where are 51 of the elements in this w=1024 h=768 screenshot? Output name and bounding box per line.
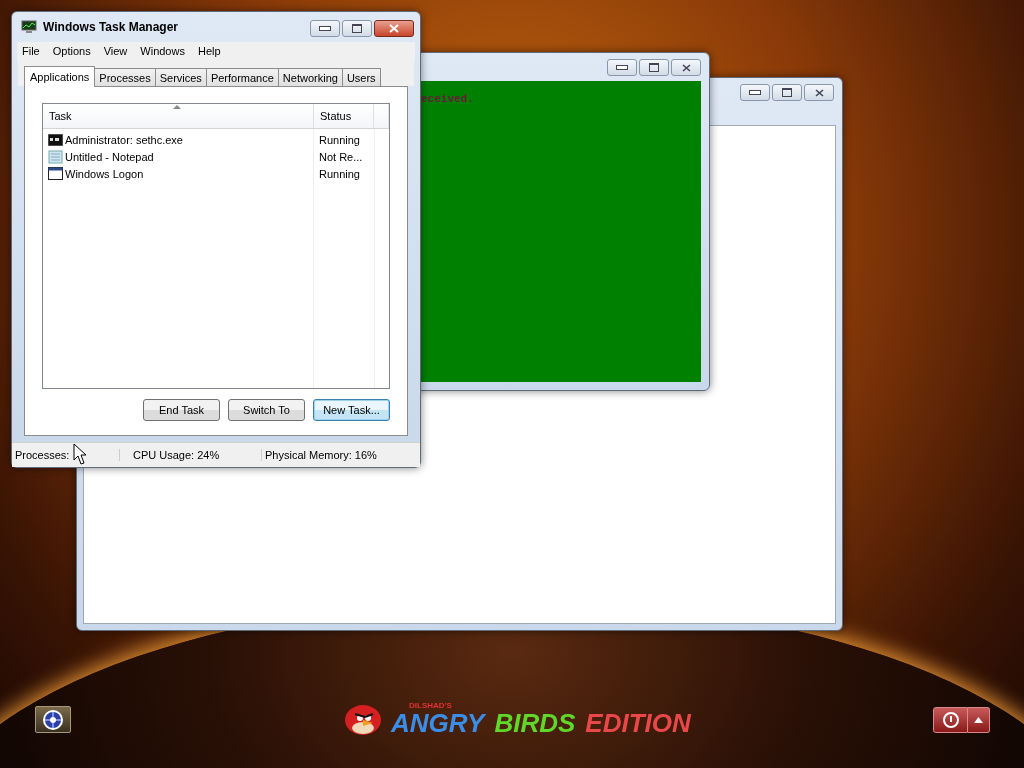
close-icon[interactable] bbox=[671, 59, 701, 76]
menu-item[interactable]: Options bbox=[47, 45, 99, 57]
dialog-button[interactable]: New Task... bbox=[313, 399, 390, 421]
minimize-icon[interactable] bbox=[740, 84, 770, 101]
menu-item[interactable]: File bbox=[17, 45, 48, 57]
brand-caption: DILSHAD'S bbox=[409, 700, 453, 710]
column-header[interactable]: Task bbox=[43, 104, 314, 128]
status-text: CPU Usage: 24% bbox=[130, 449, 262, 461]
tab[interactable]: Services bbox=[154, 68, 207, 86]
shutdown-button[interactable] bbox=[933, 707, 968, 733]
menu-item[interactable]: Windows bbox=[135, 45, 193, 57]
close-icon[interactable] bbox=[374, 20, 414, 37]
maximize-icon[interactable] bbox=[639, 59, 669, 76]
task-name[interactable]: Administrator: sethc.exe bbox=[65, 133, 183, 146]
maximize-icon[interactable] bbox=[772, 84, 802, 101]
window-title: Windows Task Manager bbox=[43, 20, 179, 34]
mouse-cursor-icon bbox=[73, 443, 87, 465]
shutdown-options-button[interactable] bbox=[968, 707, 990, 733]
power-icon bbox=[942, 712, 959, 728]
ease-of-access-icon bbox=[42, 708, 64, 731]
task-status: Not Re... bbox=[318, 150, 364, 163]
minimize-icon[interactable] bbox=[310, 20, 340, 37]
brand-word: EDITION bbox=[585, 709, 691, 736]
ease-of-access-button[interactable] bbox=[35, 706, 71, 733]
tab[interactable]: Users bbox=[341, 68, 381, 86]
task-status: Running bbox=[318, 133, 361, 146]
console-icon bbox=[48, 133, 63, 146]
window-icon bbox=[48, 167, 63, 180]
sort-arrow-icon bbox=[173, 105, 181, 109]
notepad-icon bbox=[48, 149, 63, 164]
brand-word: BIRDS bbox=[494, 709, 576, 736]
caret-up-icon bbox=[974, 717, 983, 723]
tab[interactable]: Applications bbox=[24, 66, 96, 87]
tab[interactable]: Performance bbox=[205, 68, 279, 86]
tab[interactable]: Processes bbox=[94, 68, 156, 86]
task-status: Running bbox=[318, 167, 361, 180]
monitor-icon bbox=[21, 20, 37, 34]
minimize-icon[interactable] bbox=[607, 59, 637, 76]
dialog-button[interactable]: Switch To bbox=[228, 399, 305, 421]
status-text: Physical Memory: 16% bbox=[264, 449, 378, 461]
task-name[interactable]: Untitled - Notepad bbox=[65, 150, 154, 163]
menu-item[interactable]: View bbox=[98, 45, 136, 57]
tab[interactable]: Networking bbox=[277, 68, 343, 86]
brand-word: ANGRY bbox=[391, 709, 485, 736]
menu-item[interactable]: Help bbox=[192, 45, 229, 57]
column-header[interactable]: Status bbox=[314, 104, 374, 128]
task-name[interactable]: Windows Logon bbox=[65, 167, 144, 180]
close-icon[interactable] bbox=[804, 84, 834, 101]
dialog-button[interactable]: End Task bbox=[143, 399, 220, 421]
console-text: eceived. bbox=[421, 93, 474, 105]
maximize-icon[interactable] bbox=[342, 20, 372, 37]
